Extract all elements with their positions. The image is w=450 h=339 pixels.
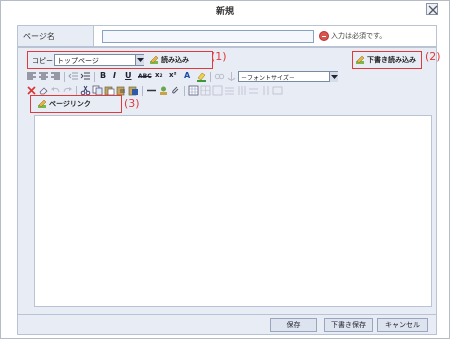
draft-load-controls: 下書き読み込み xyxy=(352,51,422,69)
attach-icon[interactable] xyxy=(170,85,181,96)
indent-icon[interactable] xyxy=(80,71,91,82)
annotation-2: (2) xyxy=(425,50,441,63)
strikethrough-button[interactable]: ABC xyxy=(138,73,152,80)
page-name-label-cell: ページ名 xyxy=(18,26,94,46)
chevron-down-icon[interactable] xyxy=(329,72,338,82)
insert-row-icon xyxy=(225,87,234,95)
insert-column-icon xyxy=(238,86,246,95)
page-name-row: ページ名 入力は必須です。 xyxy=(17,25,437,47)
page-link-label: ページリンク xyxy=(49,100,91,108)
superscript-button[interactable]: x² xyxy=(169,71,177,79)
delete-column-icon xyxy=(263,86,269,95)
horizontal-rule-icon[interactable] xyxy=(146,85,157,96)
copy-page-select-value: トップページ xyxy=(57,57,99,65)
page-name-label: ページ名 xyxy=(23,32,55,41)
outdent-icon[interactable] xyxy=(68,71,79,82)
pencil-icon xyxy=(38,99,47,108)
page-link-controls: ページリンク xyxy=(30,95,122,113)
toolbar-separator xyxy=(184,86,185,96)
italic-button[interactable]: I xyxy=(113,71,116,80)
align-center-icon[interactable] xyxy=(38,71,49,82)
insert-image-icon[interactable] xyxy=(158,85,169,96)
align-left-icon[interactable] xyxy=(26,71,37,82)
delete-row-icon xyxy=(249,88,258,94)
subscript-button[interactable]: x₂ xyxy=(155,71,163,79)
font-size-select-value: －フォントサイズ－ xyxy=(241,75,295,82)
draft-load-button[interactable]: 下書き読み込み xyxy=(355,54,421,67)
draft-load-label: 下書き読み込み xyxy=(367,56,416,64)
bold-button[interactable]: B xyxy=(100,71,106,80)
page-name-input[interactable] xyxy=(102,30,314,43)
merge-cells-icon xyxy=(272,86,283,95)
dialog-title: 新規 xyxy=(215,7,234,17)
chevron-down-icon[interactable] xyxy=(135,55,144,65)
title-bar: 新規 xyxy=(1,1,449,18)
page-link-button[interactable]: ページリンク xyxy=(37,98,107,111)
toolbar-row-1: B I U ABC x₂ x² A －フォントサイズ－ xyxy=(20,70,436,84)
new-page-dialog: 新規 ページ名 入力は必須です。 コピー トップページ 読み込み (1) 下書き… xyxy=(0,0,450,339)
load-button-label: 読み込み xyxy=(161,56,189,64)
toolbar-separator xyxy=(142,86,143,96)
cell-properties-icon xyxy=(212,85,223,96)
paste-word-icon[interactable] xyxy=(128,85,139,96)
table-properties-icon xyxy=(200,85,211,96)
underline-button[interactable]: U xyxy=(125,71,132,80)
dialog-footer: 保存 下書き保存 キャンセル xyxy=(17,315,437,335)
insert-table-icon[interactable] xyxy=(188,85,199,96)
save-button[interactable]: 保存 xyxy=(270,318,317,332)
cancel-button[interactable]: キャンセル xyxy=(377,318,428,332)
copy-label: コピー xyxy=(32,57,53,65)
text-color-button[interactable]: A xyxy=(184,71,190,80)
editor-panel: コピー トップページ 読み込み (1) 下書き読み込み (2) B I U AB… xyxy=(17,47,441,315)
highlight-color-icon[interactable] xyxy=(196,71,207,82)
editor-content-area[interactable] xyxy=(34,115,432,307)
toolbar-separator xyxy=(64,72,65,82)
toolbar-separator xyxy=(94,72,95,82)
required-note: 入力は必須です。 xyxy=(331,32,387,40)
minus-circle-icon xyxy=(319,31,329,41)
font-size-select[interactable]: －フォントサイズ－ xyxy=(238,71,338,82)
close-icon[interactable] xyxy=(426,3,438,15)
pencil-icon xyxy=(356,55,365,64)
copy-controls: コピー トップページ 読み込み xyxy=(27,51,213,69)
toolbar-separator xyxy=(210,72,211,82)
anchor-icon xyxy=(227,72,236,81)
pencil-icon xyxy=(150,55,159,64)
copy-page-select[interactable]: トップページ xyxy=(54,54,144,66)
insert-link-icon xyxy=(214,73,225,80)
annotation-3: (3) xyxy=(124,97,140,110)
draft-save-button[interactable]: 下書き保存 xyxy=(324,318,373,332)
load-button[interactable]: 読み込み xyxy=(149,54,197,67)
align-right-icon[interactable] xyxy=(50,71,61,82)
annotation-1: (1) xyxy=(211,50,227,63)
